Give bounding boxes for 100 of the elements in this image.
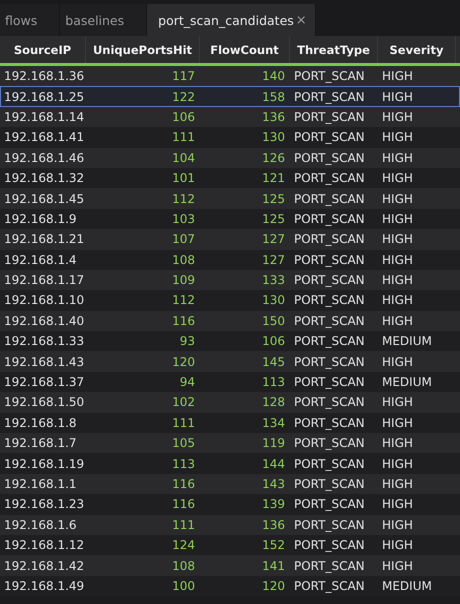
table-cell-text: 116 <box>171 496 196 514</box>
column-header[interactable]: Severity <box>378 36 456 63</box>
tab[interactable]: flows <box>0 4 60 36</box>
table-cell-text: PORT_SCAN <box>293 374 366 392</box>
column-header[interactable]: SourceIP <box>0 36 86 63</box>
table-cell-text: 158 <box>261 88 286 106</box>
table-cell-text: 111 <box>171 516 196 534</box>
table-cell-text: HIGH <box>381 537 414 554</box>
table-row[interactable]: 192.168.1.1 116 143 PORT_SCAN HIGH <box>0 474 460 494</box>
table-cell-text: 139 <box>261 496 286 514</box>
table-cell-text: PORT_SCAN <box>293 354 366 371</box>
table-cell-text: 192.168.1.36 <box>3 68 86 86</box>
table-row[interactable]: 192.168.1.42 108 141 PORT_SCAN HIGH <box>0 555 460 576</box>
table-cell-text: 192.168.1.4 <box>3 252 78 269</box>
table-cell-text: 144 <box>261 456 286 473</box>
table-row[interactable]: 192.168.1.21 107 127 PORT_SCAN HIGH <box>0 229 460 250</box>
table-cell-text: 192.168.1.23 <box>3 496 86 514</box>
table-row[interactable]: 192.168.1.7 105 119 PORT_SCAN HIGH <box>0 433 460 454</box>
table-cell-text: 106 <box>171 108 196 126</box>
table-cell-text: 105 <box>171 435 196 452</box>
table-cell-text: 134 <box>261 414 286 432</box>
table-row[interactable]: 192.168.1.46 104 126 PORT_SCAN HIGH <box>0 148 460 168</box>
table-cell-text: HIGH <box>381 170 414 188</box>
table-cell-text: HIGH <box>381 476 414 493</box>
table-cell-text: PORT_SCAN <box>293 292 366 310</box>
table-cell-text: 120 <box>171 354 196 371</box>
table-cell-text: HIGH <box>381 272 414 290</box>
table-cell-text: MEDIUM <box>381 578 433 595</box>
table-cell-text: HIGH <box>381 210 414 228</box>
table-cell-text: 192.168.1.32 <box>3 170 86 188</box>
table-cell-text: 192.168.1.21 <box>3 231 86 248</box>
table-cell-text: PORT_SCAN <box>293 88 366 106</box>
table-row[interactable]: 192.168.1.45 112 125 PORT_SCAN HIGH <box>0 188 460 209</box>
table-cell-text: 124 <box>171 537 196 554</box>
table-cell-text: 192.168.1.37 <box>3 374 86 392</box>
table-cell-text: HIGH <box>381 292 414 310</box>
table-cell-text: 192.168.1.33 <box>3 333 86 350</box>
column-header[interactable]: FlowCount <box>200 36 290 63</box>
table-cell-text: PORT_SCAN <box>293 312 366 330</box>
table-cell-text: MEDIUM <box>381 333 433 350</box>
table-row[interactable]: 192.168.1.36 117 140 PORT_SCAN HIGH <box>0 66 460 86</box>
tab[interactable]: baselines <box>60 4 148 36</box>
table-cell-text: MEDIUM <box>381 374 433 392</box>
table-cell-text: 192.168.1.41 <box>3 129 86 146</box>
table-cell-text: PORT_SCAN <box>293 272 366 290</box>
table-cell-text: PORT_SCAN <box>293 414 366 432</box>
table-cell-text: PORT_SCAN <box>293 150 366 167</box>
table-cell-text: 192.168.1.45 <box>3 190 86 208</box>
table-row[interactable]: 192.168.1.25 122 158 PORT_SCAN HIGH <box>0 86 460 107</box>
table-cell-text: HIGH <box>381 312 414 330</box>
table-cell-text: 152 <box>261 537 286 554</box>
table-cell-text: HIGH <box>381 516 414 534</box>
table-cell-text: 108 <box>171 252 196 269</box>
table-row[interactable]: 192.168.1.4 108 127 PORT_SCAN HIGH <box>0 250 460 270</box>
table-row[interactable]: 192.168.1.6 111 136 PORT_SCAN HIGH <box>0 514 460 535</box>
table-cell-text: 192.168.1.8 <box>3 414 78 432</box>
table-cell-text: PORT_SCAN <box>293 129 366 146</box>
table-cell-text: 116 <box>171 312 196 330</box>
table-cell-text: 102 <box>171 394 196 412</box>
table-cell-text: 145 <box>261 354 286 371</box>
table-cell-text: HIGH <box>381 558 414 575</box>
table-cell-text: 94 <box>178 374 196 392</box>
table-row[interactable]: 192.168.1.17 109 133 PORT_SCAN HIGH <box>0 270 460 290</box>
column-header[interactable]: UniquePortsHit <box>86 36 200 63</box>
table-row[interactable]: 192.168.1.50 102 128 PORT_SCAN HIGH <box>0 392 460 413</box>
table-cell-text: HIGH <box>381 456 414 473</box>
table-cell-text: PORT_SCAN <box>293 170 366 188</box>
table-cell-text: 125 <box>261 210 286 228</box>
table-cell-text: 113 <box>171 456 196 473</box>
table-cell-text: 108 <box>171 558 196 575</box>
table-cell-text: HIGH <box>381 150 414 167</box>
table-cell-text: 119 <box>261 435 286 452</box>
table-row[interactable]: 192.168.1.40 116 150 PORT_SCAN HIGH <box>0 310 460 332</box>
table-cell-text: 104 <box>171 150 196 167</box>
table-cell-text: PORT_SCAN <box>293 68 366 86</box>
table-cell-text: 192.168.1.9 <box>3 210 78 228</box>
tab[interactable]: port_scan_candidates× <box>147 4 316 36</box>
table-cell-text: 122 <box>171 88 196 106</box>
table-cell-text: 125 <box>261 190 286 208</box>
table-cell-text: 130 <box>261 129 286 146</box>
table-cell-text: 121 <box>261 170 286 188</box>
table-cell-text: 111 <box>171 414 196 432</box>
table-cell-text: 192.168.1.7 <box>3 435 78 452</box>
table-row[interactable]: 192.168.1.14 106 136 PORT_SCAN HIGH <box>0 106 460 128</box>
table-cell-text: 126 <box>261 150 286 167</box>
table-cell-text: 140 <box>261 68 286 86</box>
close-icon[interactable]: × <box>296 12 307 28</box>
table-cell-text: PORT_SCAN <box>293 190 366 208</box>
table-cell-text: 192.168.1.50 <box>3 394 86 412</box>
table-cell-text: PORT_SCAN <box>293 476 366 493</box>
table-cell-text: HIGH <box>381 496 414 514</box>
table-cell-text: 107 <box>171 231 196 248</box>
table-cell-text: PORT_SCAN <box>293 435 366 452</box>
table-cell-text: PORT_SCAN <box>293 537 366 554</box>
table-cell-text: 133 <box>261 272 286 290</box>
table-cell-text: HIGH <box>381 231 414 248</box>
table-cell-text: 192.168.1.19 <box>3 456 86 473</box>
column-header[interactable]: ThreatType <box>290 36 378 63</box>
table-row[interactable]: 192.168.1.43 120 145 PORT_SCAN HIGH <box>0 351 460 372</box>
table-cell-text: PORT_SCAN <box>293 456 366 473</box>
